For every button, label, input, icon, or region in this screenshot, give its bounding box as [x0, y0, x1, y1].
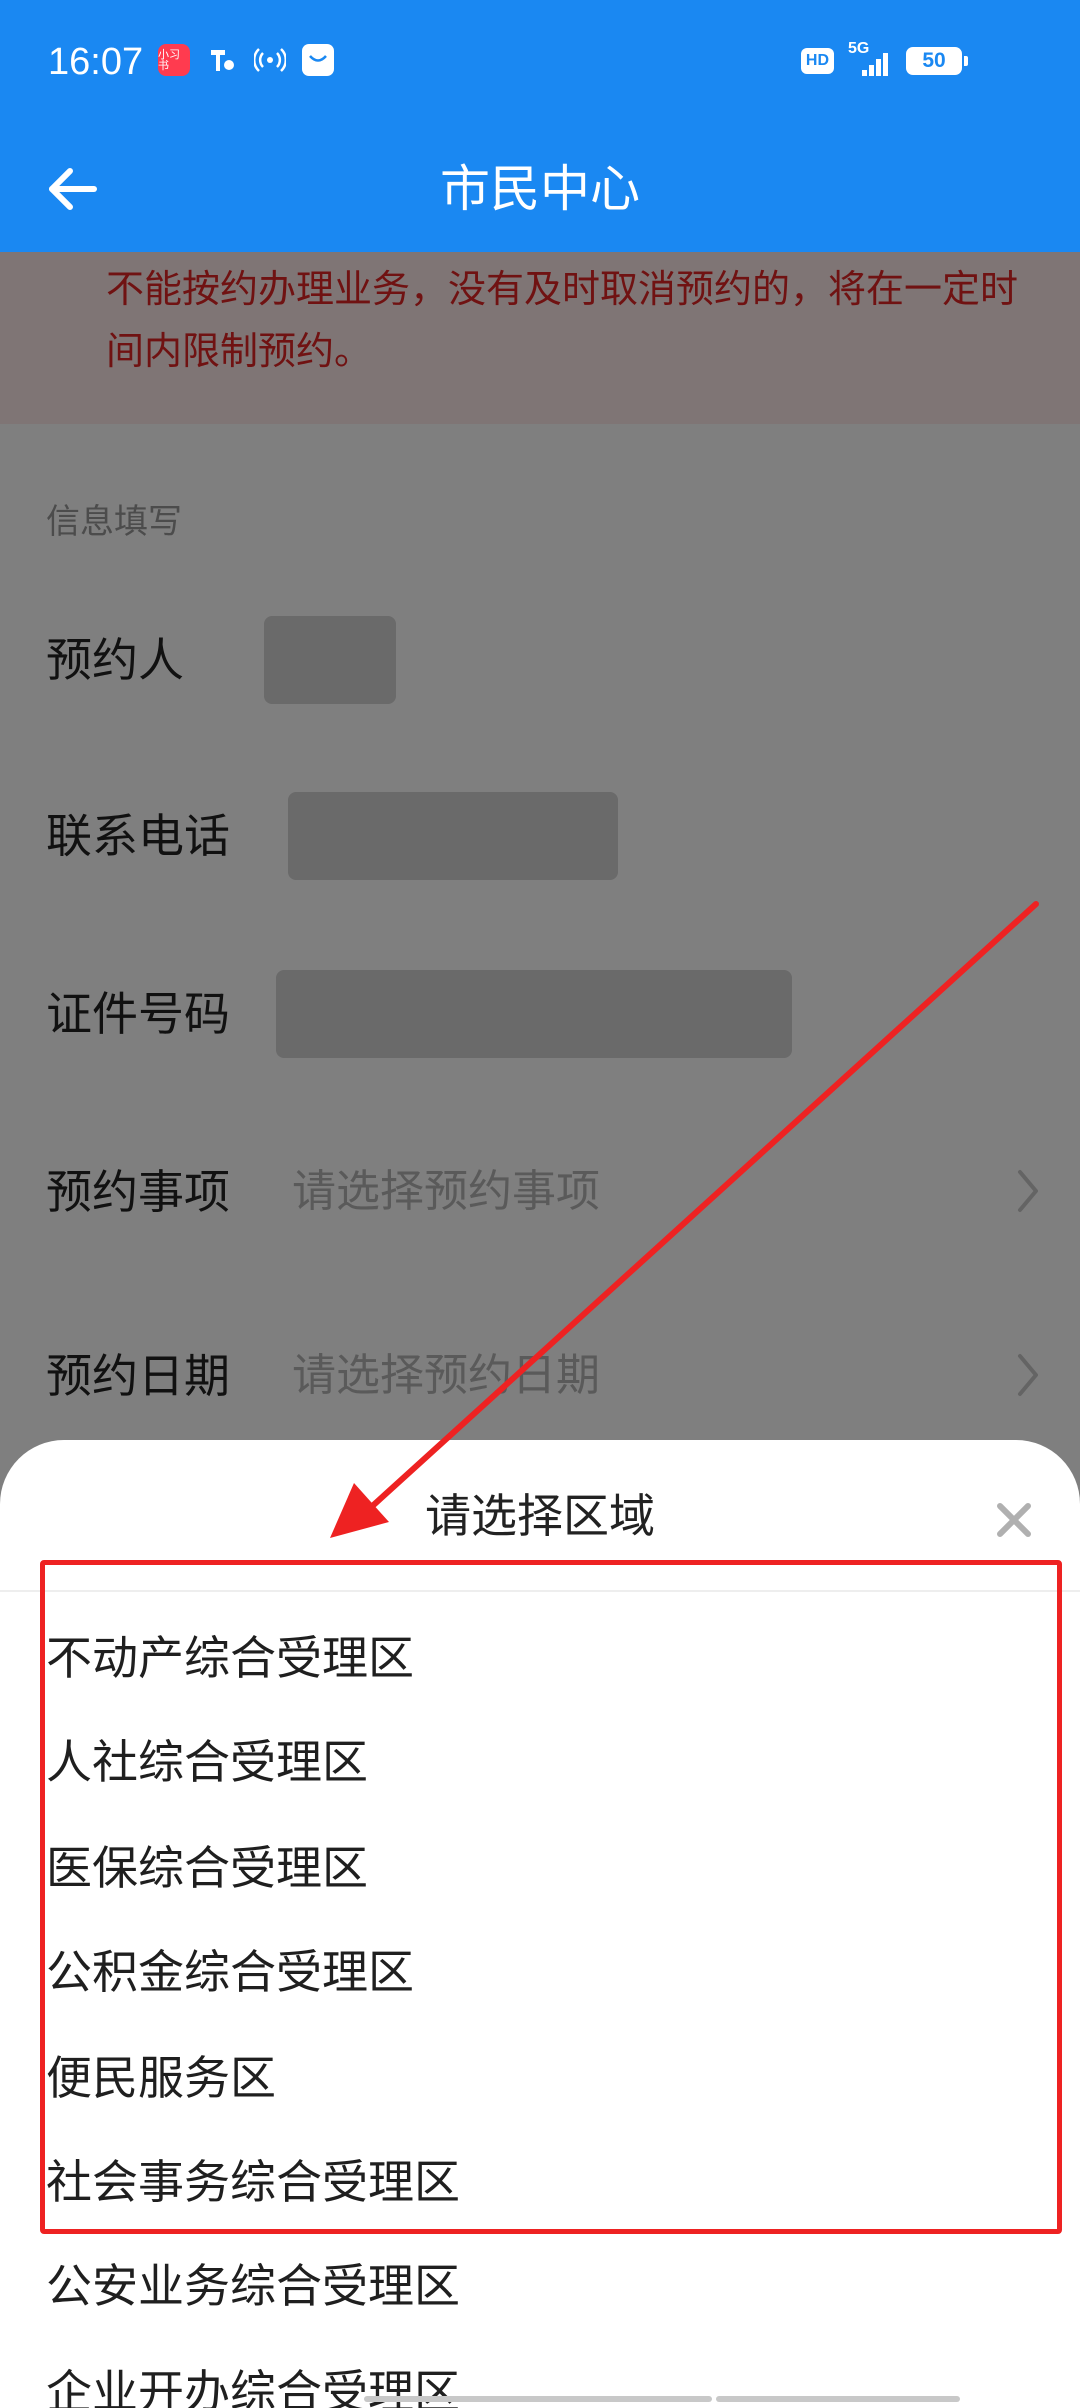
- home-indicator: [364, 2396, 712, 2402]
- hotspot-icon: [254, 44, 286, 76]
- system-status-icons: HD 5G 50: [800, 40, 968, 78]
- area-option[interactable]: 公积金综合受理区: [46, 1940, 414, 2004]
- sheet-divider: [0, 1590, 1080, 1592]
- area-option[interactable]: 不动产综合受理区: [46, 1626, 414, 1690]
- signal-icon: 5G: [848, 40, 892, 78]
- sheet-title: 请选择区域: [425, 1489, 655, 1543]
- status-bar: 16:07 小习书 HD 5G 50: [0, 0, 1080, 126]
- area-option[interactable]: 社会事务综合受理区: [46, 2150, 460, 2214]
- tools-icon: [206, 44, 238, 76]
- area-picker-sheet: 请选择区域 不动产综合受理区 人社综合受理区 医保综合受理区 公积金综合受理区 …: [0, 1440, 1080, 2408]
- close-icon: [997, 1503, 1031, 1537]
- battery-icon: 50: [906, 47, 968, 75]
- notification-icons: 小习书: [158, 44, 334, 76]
- home-indicator: [716, 2396, 960, 2402]
- hd-badge: HD: [800, 48, 834, 74]
- app-notification-icon: 小习书: [158, 44, 190, 76]
- message-icon: [302, 44, 334, 76]
- area-option[interactable]: 人社综合受理区: [46, 1730, 368, 1794]
- app-notification-label: 小习书: [158, 48, 180, 72]
- status-time: 16:07: [48, 41, 144, 83]
- area-option[interactable]: 公安业务综合受理区: [46, 2254, 460, 2318]
- close-button[interactable]: [988, 1494, 1040, 1546]
- area-option[interactable]: 便民服务区: [46, 2046, 276, 2110]
- page-title: 市民中心: [440, 160, 640, 218]
- top-nav-bar: 市民中心: [0, 126, 1080, 252]
- area-option[interactable]: 医保综合受理区: [46, 1836, 368, 1900]
